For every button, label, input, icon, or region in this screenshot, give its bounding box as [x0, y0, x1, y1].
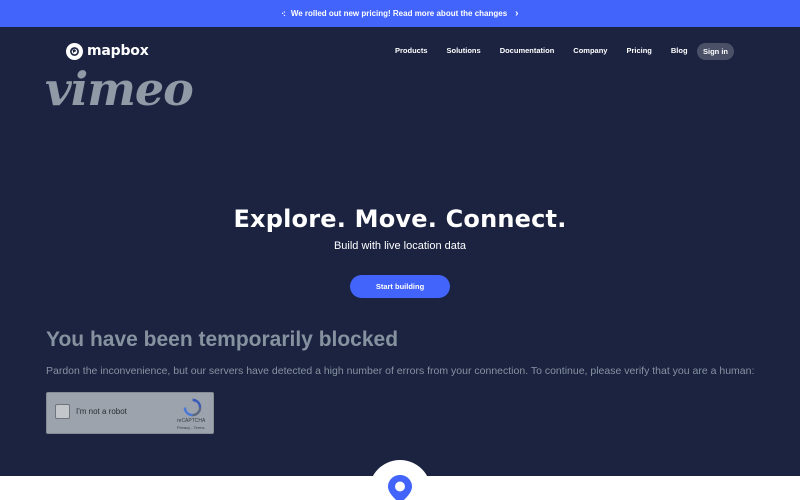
hero-subtitle: Build with live location data: [333, 240, 467, 252]
recaptcha-widget: I'm not a robot reCAPTCHA Privacy - Term…: [46, 392, 214, 434]
mapbox-wordmark: mapbox: [87, 43, 149, 59]
nav-link-company[interactable]: Company: [573, 46, 607, 55]
recaptcha-privacy-link[interactable]: Privacy: [177, 425, 190, 430]
map-pin-icon: [387, 474, 413, 500]
hero-title: Explore. Move. Connect.: [233, 205, 567, 233]
recaptcha-checkbox[interactable]: [55, 404, 70, 419]
start-building-button[interactable]: Start building: [350, 275, 450, 298]
recaptcha-links: Privacy - Terms: [177, 425, 205, 430]
recaptcha-label: I'm not a robot: [76, 407, 127, 416]
mapbox-logo-icon: [66, 42, 83, 60]
mapbox-logo[interactable]: mapbox: [66, 42, 149, 60]
blocked-heading: You have been temporarily blocked: [46, 328, 399, 351]
announcement-text[interactable]: We rolled out new pricing! Read more abo…: [291, 9, 507, 18]
nav-links: Products Solutions Documentation Company…: [395, 46, 707, 55]
recaptcha-brand: reCAPTCHA: [177, 418, 206, 424]
nav-link-pricing[interactable]: Pricing: [626, 46, 651, 55]
vimeo-logo: vimeo: [45, 62, 194, 116]
nav-link-documentation[interactable]: Documentation: [500, 46, 555, 55]
nav-link-solutions[interactable]: Solutions: [447, 46, 481, 55]
sparkle-icon: ·:: [281, 9, 286, 18]
sign-in-button[interactable]: Sign in: [697, 43, 734, 60]
chevron-right-icon: ›: [515, 7, 519, 19]
announcement-banner[interactable]: ·: We rolled out new pricing! Read more …: [0, 0, 800, 27]
nav-link-products[interactable]: Products: [395, 46, 428, 55]
recaptcha-terms-link[interactable]: Terms: [194, 425, 205, 430]
nav-link-blog[interactable]: Blog: [671, 46, 688, 55]
blocked-message: Pardon the inconvenience, but our server…: [46, 365, 755, 377]
